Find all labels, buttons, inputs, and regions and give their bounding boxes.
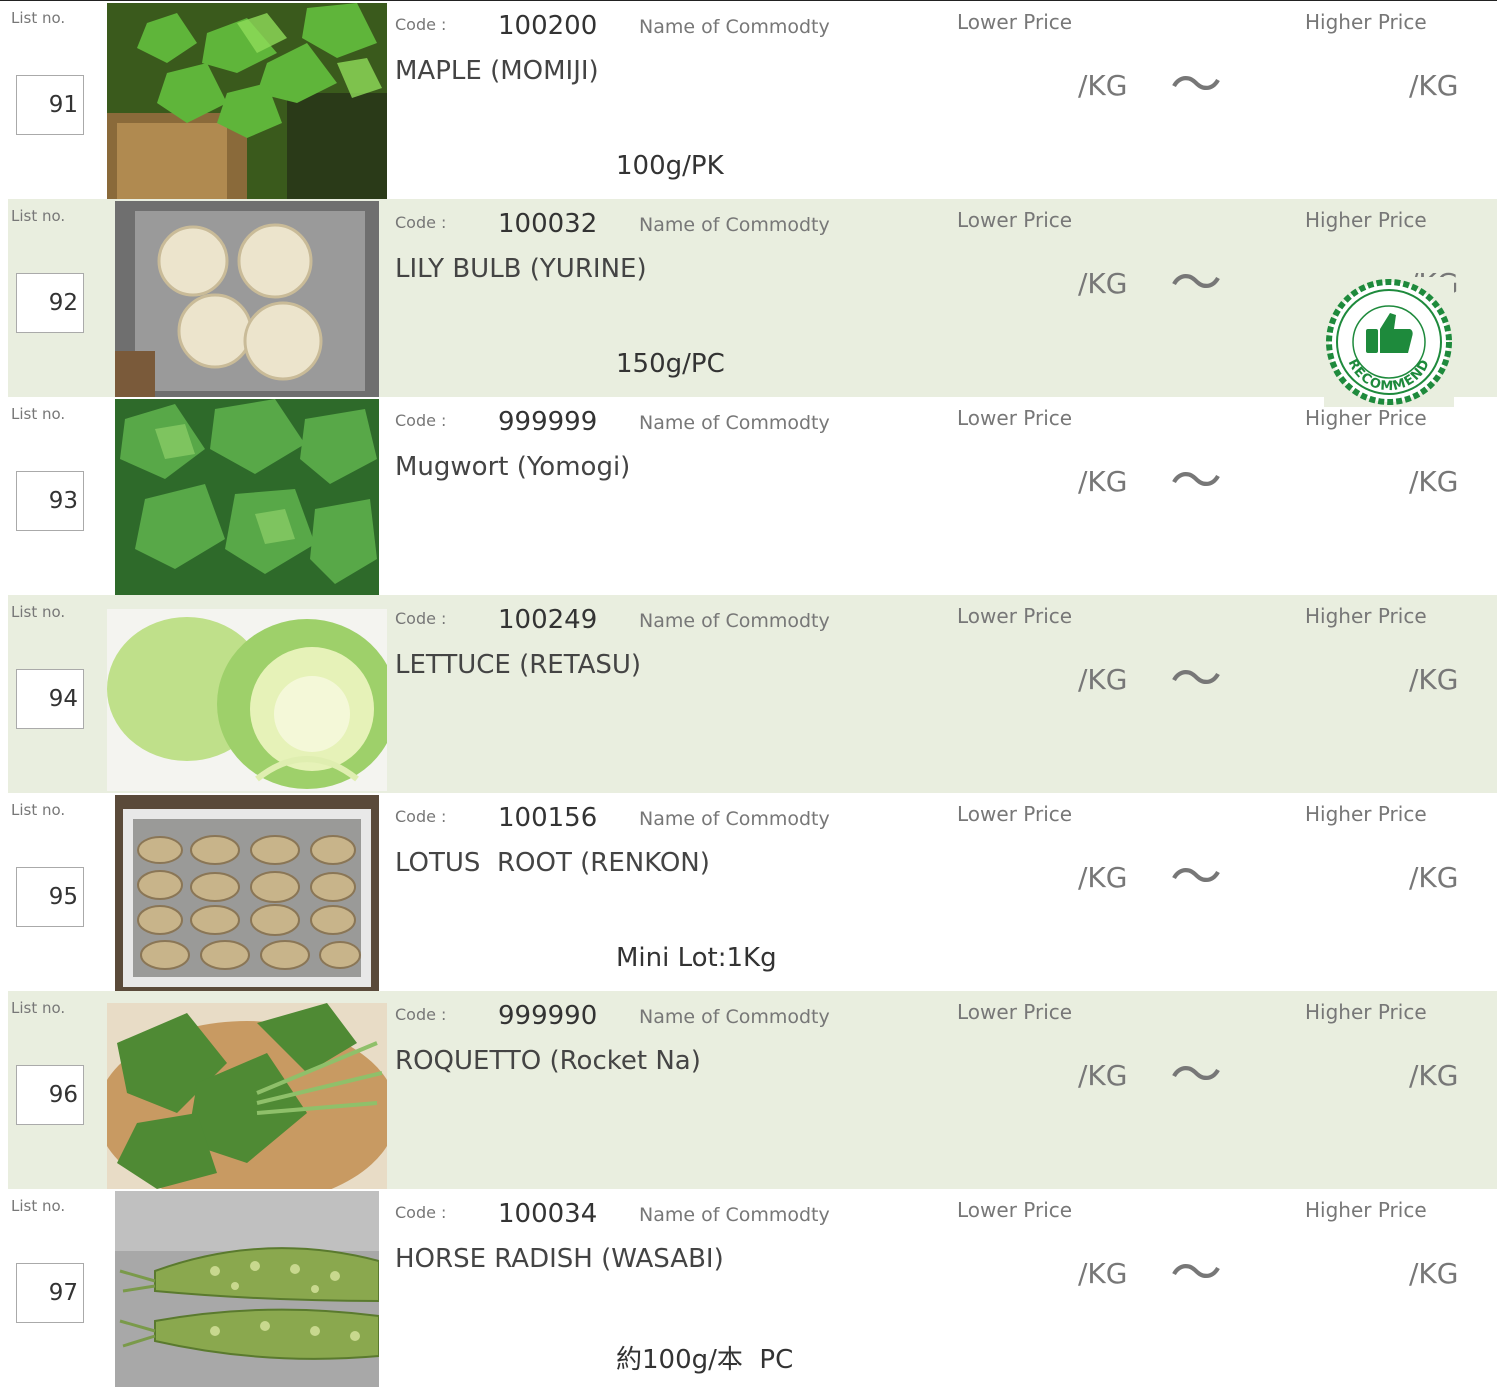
commodity-name: Mugwort (Yomogi): [395, 452, 631, 482]
range-separator: ～: [1170, 1244, 1223, 1304]
unit-text: 150g/PC: [616, 349, 725, 379]
lower-price-unit: /KG: [1078, 663, 1128, 696]
list-no-field: 94: [16, 669, 84, 729]
code-value: 100249: [498, 605, 598, 635]
commodity-name: LETTUCE (RETASU): [395, 650, 642, 680]
rocket-greens-photo: [107, 1003, 387, 1189]
higher-price-unit: /KG: [1409, 1059, 1459, 1092]
higher-price-label: Higher Price: [1305, 406, 1427, 430]
commodity-name: HORSE RADISH (WASABI): [395, 1244, 724, 1274]
range-separator: ～: [1170, 56, 1223, 116]
commodity-row: List no. 97 Code: 100034 Name of Commod…: [0, 1189, 1497, 1389]
code-value: 100156: [498, 803, 598, 833]
code-value: 999990: [498, 1001, 598, 1031]
code-label: Code :: [395, 1005, 447, 1024]
commodity-name: ROQUETTO (Rocket Na): [395, 1046, 701, 1076]
commodity-row: List no. 96 Code : 999990 Name of Commod…: [0, 991, 1497, 1189]
name-label: Name of Commodty: [639, 1006, 830, 1028]
list-no-field: 95: [16, 867, 84, 927]
lettuce-photo: [107, 609, 387, 791]
code-label: Code :: [395, 807, 447, 826]
list-no-field: 97: [16, 1263, 84, 1323]
lower-price-unit: /KG: [1078, 1059, 1128, 1092]
commodity-row: List no. 95 Code: 100156 Name of Commod…: [0, 793, 1497, 991]
lower-price-unit: /KG: [1078, 861, 1128, 894]
list-no-label: List no.: [11, 999, 66, 1017]
higher-price-unit: /KG: [1409, 69, 1459, 102]
lower-price-label: Lower Price: [957, 1198, 1073, 1222]
list-no-label: List no.: [11, 207, 66, 225]
lower-price-unit: /KG: [1078, 465, 1128, 498]
list-no-label: List no.: [11, 801, 66, 819]
name-label: Name of Commodty: [639, 1204, 830, 1226]
higher-price-unit: /KG: [1409, 465, 1459, 498]
range-separator: ～: [1170, 650, 1223, 710]
list-no-label: List no.: [11, 603, 66, 621]
commodity-name: MAPLE (MOMIJI): [395, 56, 599, 86]
code-label: Code :: [395, 1203, 447, 1222]
range-separator: ～: [1170, 452, 1223, 512]
mugwort-leaves-photo: [115, 399, 379, 595]
list-no-label: List no.: [11, 405, 66, 423]
code-value: 999999: [498, 407, 598, 437]
name-label: Name of Commodty: [639, 214, 830, 236]
higher-price-label: Higher Price: [1305, 1198, 1427, 1222]
code-label: Code :: [395, 213, 447, 232]
commodity-row: List no. 94 Code : 100249 Name of Commod…: [0, 595, 1497, 793]
higher-price-unit: /KG: [1409, 1257, 1459, 1290]
unit-text: Mini Lot:1Kg: [616, 943, 777, 973]
lower-price-label: Lower Price: [957, 406, 1073, 430]
commodity-name: LOTUS ROOT (RENKON): [395, 848, 710, 878]
list-no-field: 92: [16, 273, 84, 333]
lower-price-unit: /KG: [1078, 69, 1128, 102]
commodity-name: LILY BULB (YURINE): [395, 254, 647, 284]
list-no-label: List no.: [11, 9, 66, 27]
range-separator: ～: [1170, 848, 1223, 908]
commodity-row: List no. 92 Code : 100032 Name of Commod…: [0, 199, 1497, 407]
unit-text: 約100g/本 PC: [616, 1345, 794, 1375]
code-value: 100032: [498, 209, 598, 239]
lower-price-label: Lower Price: [957, 208, 1073, 232]
lily-bulbs-photo: [115, 201, 379, 397]
higher-price-unit: /KG: [1409, 663, 1459, 696]
name-label: Name of Commodty: [639, 412, 830, 434]
higher-price-label: Higher Price: [1305, 802, 1427, 826]
commodity-row: List no. 91 Code: 100200 Name of Commod…: [0, 1, 1497, 199]
lotus-roots-photo: [115, 795, 379, 991]
list-no-field: 93: [16, 471, 84, 531]
code-label: Code :: [395, 411, 447, 430]
lower-price-label: Lower Price: [957, 10, 1073, 34]
name-label: Name of Commodty: [639, 610, 830, 632]
higher-price-label: Higher Price: [1305, 604, 1427, 628]
unit-text: 100g/PK: [616, 151, 724, 181]
code-label: Code :: [395, 609, 447, 628]
higher-price-label: Higher Price: [1305, 208, 1427, 232]
list-no-field: 96: [16, 1065, 84, 1125]
higher-price-label: Higher Price: [1305, 1000, 1427, 1024]
higher-price-label: Higher Price: [1305, 10, 1427, 34]
name-label: Name of Commodty: [639, 16, 830, 38]
wasabi-roots-photo: [115, 1191, 379, 1387]
list-no-field: 91: [16, 75, 84, 135]
range-separator: ～: [1170, 254, 1223, 314]
lower-price-unit: /KG: [1078, 267, 1128, 300]
lower-price-label: Lower Price: [957, 802, 1073, 826]
name-label: Name of Commodty: [639, 808, 830, 830]
code-value: 100034: [498, 1199, 598, 1229]
range-separator: ～: [1170, 1046, 1223, 1106]
lower-price-unit: /KG: [1078, 1257, 1128, 1290]
higher-price-unit: /KG: [1409, 861, 1459, 894]
maple-leaves-photo: [107, 3, 387, 199]
commodity-row: List no. 93 Code : 999999 Name of Commod…: [0, 397, 1497, 595]
code-value: 100200: [498, 11, 598, 41]
list-no-label: List no.: [11, 1197, 66, 1215]
lower-price-label: Lower Price: [957, 1000, 1073, 1024]
recommend-stamp: RECOMMEND: [1324, 277, 1454, 407]
lower-price-label: Lower Price: [957, 604, 1073, 628]
code-label: Code :: [395, 15, 447, 34]
